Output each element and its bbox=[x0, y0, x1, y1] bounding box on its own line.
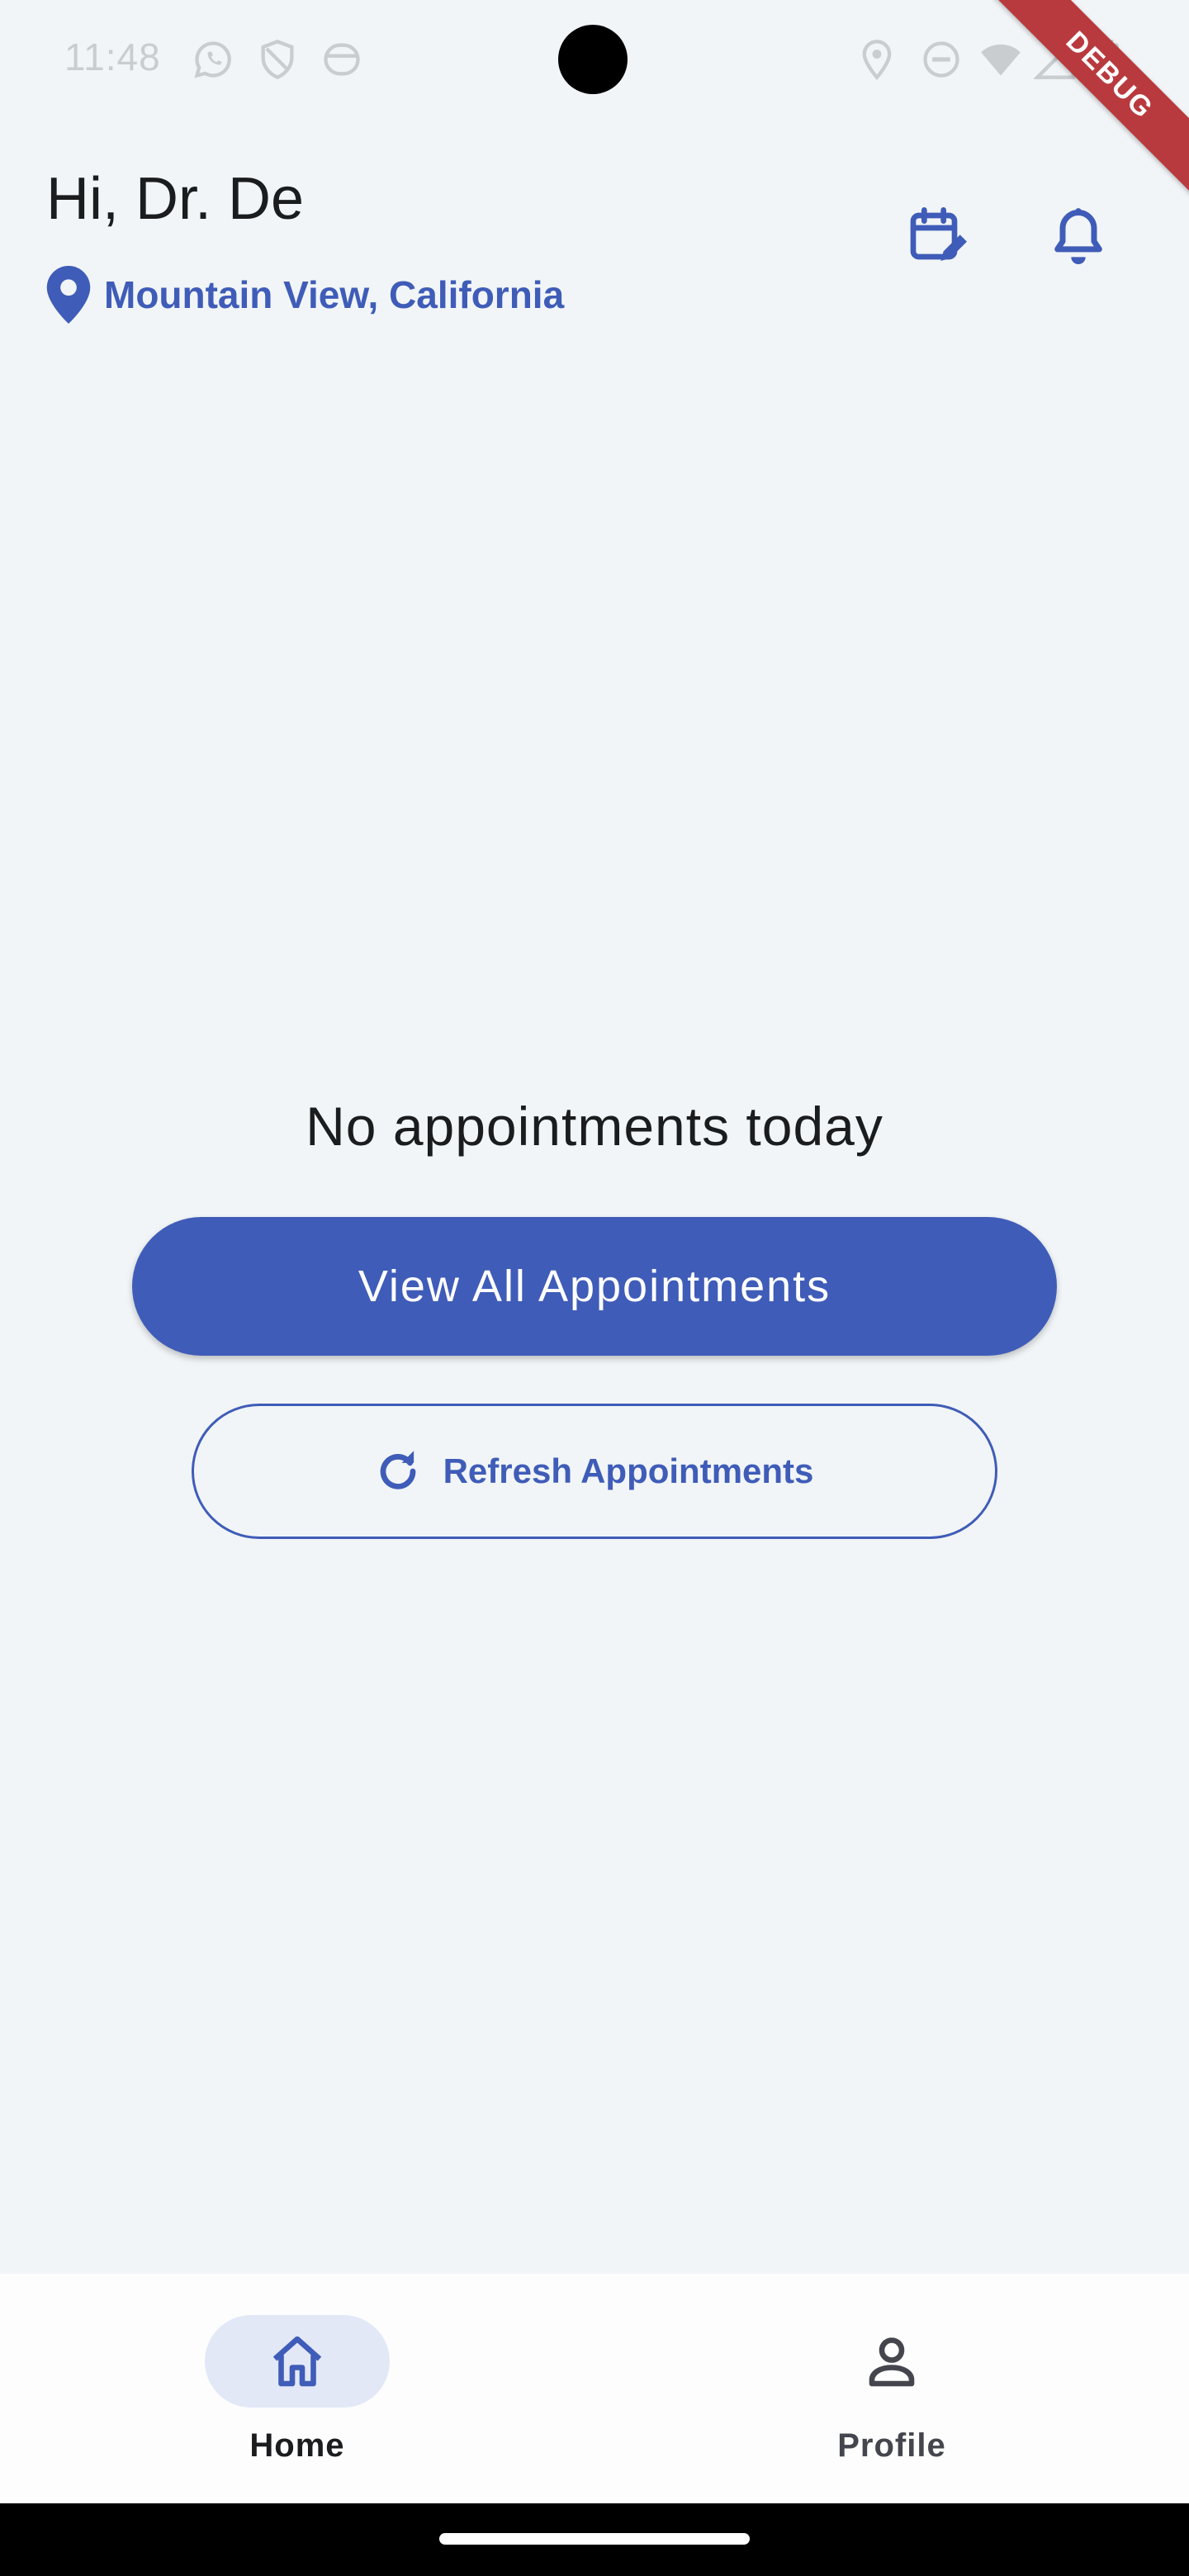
refresh-icon bbox=[380, 1451, 415, 1489]
status-bar: 11:48 bbox=[0, 0, 1189, 119]
refresh-appointments-label: Refresh Appointments bbox=[443, 1451, 814, 1490]
view-all-appointments-button[interactable]: View All Appointments bbox=[132, 1217, 1057, 1356]
nav-label-home: Home bbox=[249, 2427, 345, 2464]
empty-state-message: No appointments today bbox=[306, 1096, 883, 1157]
nav-active-indicator bbox=[205, 2315, 390, 2408]
wifi-icon bbox=[981, 44, 1021, 76]
notifications-button[interactable] bbox=[1037, 195, 1120, 277]
whatsapp-icon bbox=[194, 41, 231, 78]
calendar-edit-icon bbox=[910, 207, 967, 261]
nav-icon-container bbox=[799, 2315, 984, 2408]
camera-cutout bbox=[558, 25, 628, 94]
location-status-icon bbox=[862, 40, 892, 80]
home-icon bbox=[272, 2336, 322, 2387]
person-icon bbox=[869, 2337, 915, 2387]
location-row: Mountain View, California bbox=[46, 266, 564, 324]
greeting-title: Hi, Dr. De bbox=[46, 166, 305, 232]
dnd-icon bbox=[923, 41, 959, 78]
bottom-navigation-bar: Home Profile bbox=[0, 2274, 1189, 2503]
nav-label-profile: Profile bbox=[837, 2427, 946, 2464]
system-gesture-bar bbox=[0, 2503, 1189, 2576]
app-screen: 11:48 DEBUG Hi, Dr. De Mountain View, Ca… bbox=[0, 0, 1189, 2576]
nav-item-profile[interactable]: Profile bbox=[768, 2315, 1016, 2480]
map-pin-icon bbox=[46, 266, 91, 324]
refresh-appointments-button[interactable]: Refresh Appointments bbox=[192, 1404, 997, 1539]
status-time: 11:48 bbox=[64, 36, 161, 78]
nav-item-home[interactable]: Home bbox=[173, 2315, 421, 2480]
shield-icon bbox=[261, 40, 294, 80]
view-all-appointments-label: View All Appointments bbox=[358, 1262, 831, 1311]
app-icon bbox=[324, 43, 360, 76]
location-label: Mountain View, California bbox=[104, 273, 565, 316]
bell-icon bbox=[1054, 208, 1102, 265]
home-gesture-handle[interactable] bbox=[439, 2533, 750, 2545]
edit-calendar-button[interactable] bbox=[897, 195, 979, 277]
